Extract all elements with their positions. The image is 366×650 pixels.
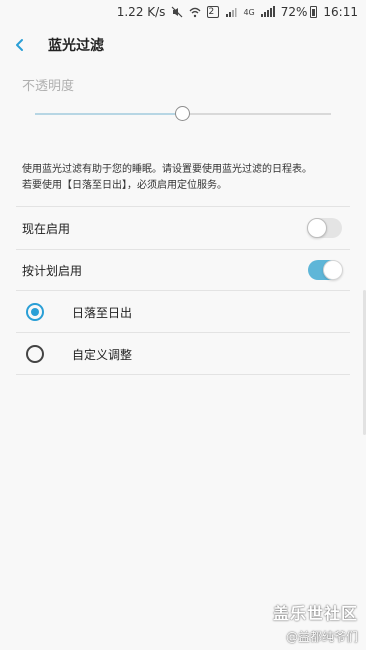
mute-icon: [171, 6, 183, 18]
back-button[interactable]: [0, 26, 40, 64]
signal-bars-icon: [260, 6, 275, 18]
description-line-1: 使用蓝光过滤有助于您的睡眠。请设置要使用蓝光过滤的日程表。: [22, 164, 312, 175]
watermark-title: 盖乐世社区: [272, 604, 358, 623]
scheduled-row[interactable]: 按计划启用: [16, 249, 350, 291]
sunset-to-sunrise-label: 日落至日出: [72, 305, 133, 320]
divider: [16, 374, 350, 375]
page-title: 蓝光过滤: [48, 38, 104, 54]
back-chevron-icon: [16, 39, 23, 51]
radio-checked[interactable]: [26, 303, 44, 321]
radio-dot: [31, 308, 39, 316]
slider-fill: [35, 113, 183, 115]
signal-icon: [225, 6, 237, 18]
opacity-label: 不透明度: [22, 79, 75, 94]
description-line-2: 若要使用【日落至日出】，必须启用定位服务。: [22, 180, 227, 191]
sunset-to-sunrise-option[interactable]: 日落至日出: [16, 291, 350, 333]
radio-unchecked[interactable]: [26, 345, 44, 363]
clock: 16:11: [323, 5, 358, 19]
4g-icon: 4G: [243, 7, 255, 17]
description: 使用蓝光过滤有助于您的睡眠。请设置要使用蓝光过滤的日程表。 若要使用【日落至日出…: [22, 162, 352, 194]
opacity-slider[interactable]: [35, 104, 331, 124]
turn-on-now-switch[interactable]: [307, 218, 342, 238]
scheduled-switch[interactable]: [308, 260, 343, 280]
watermark: 盖乐世社区 @益都纯爷们: [273, 600, 358, 645]
switch-knob: [307, 218, 327, 238]
custom-schedule-label: 自定义调整: [72, 347, 133, 362]
network-speed: 1.22 K/s: [116, 5, 166, 19]
slider-thumb[interactable]: [175, 106, 190, 121]
wifi-icon: [189, 6, 201, 18]
battery-percent: 72%: [280, 5, 308, 19]
turn-on-now-label: 现在启用: [22, 221, 71, 236]
custom-schedule-option[interactable]: 自定义调整: [16, 333, 350, 375]
turn-on-now-row[interactable]: 现在启用: [16, 207, 350, 249]
screen: 1.22 K/s 2 4G 72% 16:11 蓝光过滤 不透明度 使用蓝光过滤…: [0, 0, 366, 650]
battery-icon: [310, 6, 318, 18]
app-bar: 蓝光过滤: [0, 26, 366, 64]
scheduled-label: 按计划启用: [22, 263, 83, 278]
notification-2-icon: 2: [207, 6, 220, 18]
switch-knob: [323, 260, 343, 280]
status-bar: 1.22 K/s 2 4G 72% 16:11: [0, 0, 366, 24]
watermark-user: @益都纯爷们: [285, 630, 358, 644]
